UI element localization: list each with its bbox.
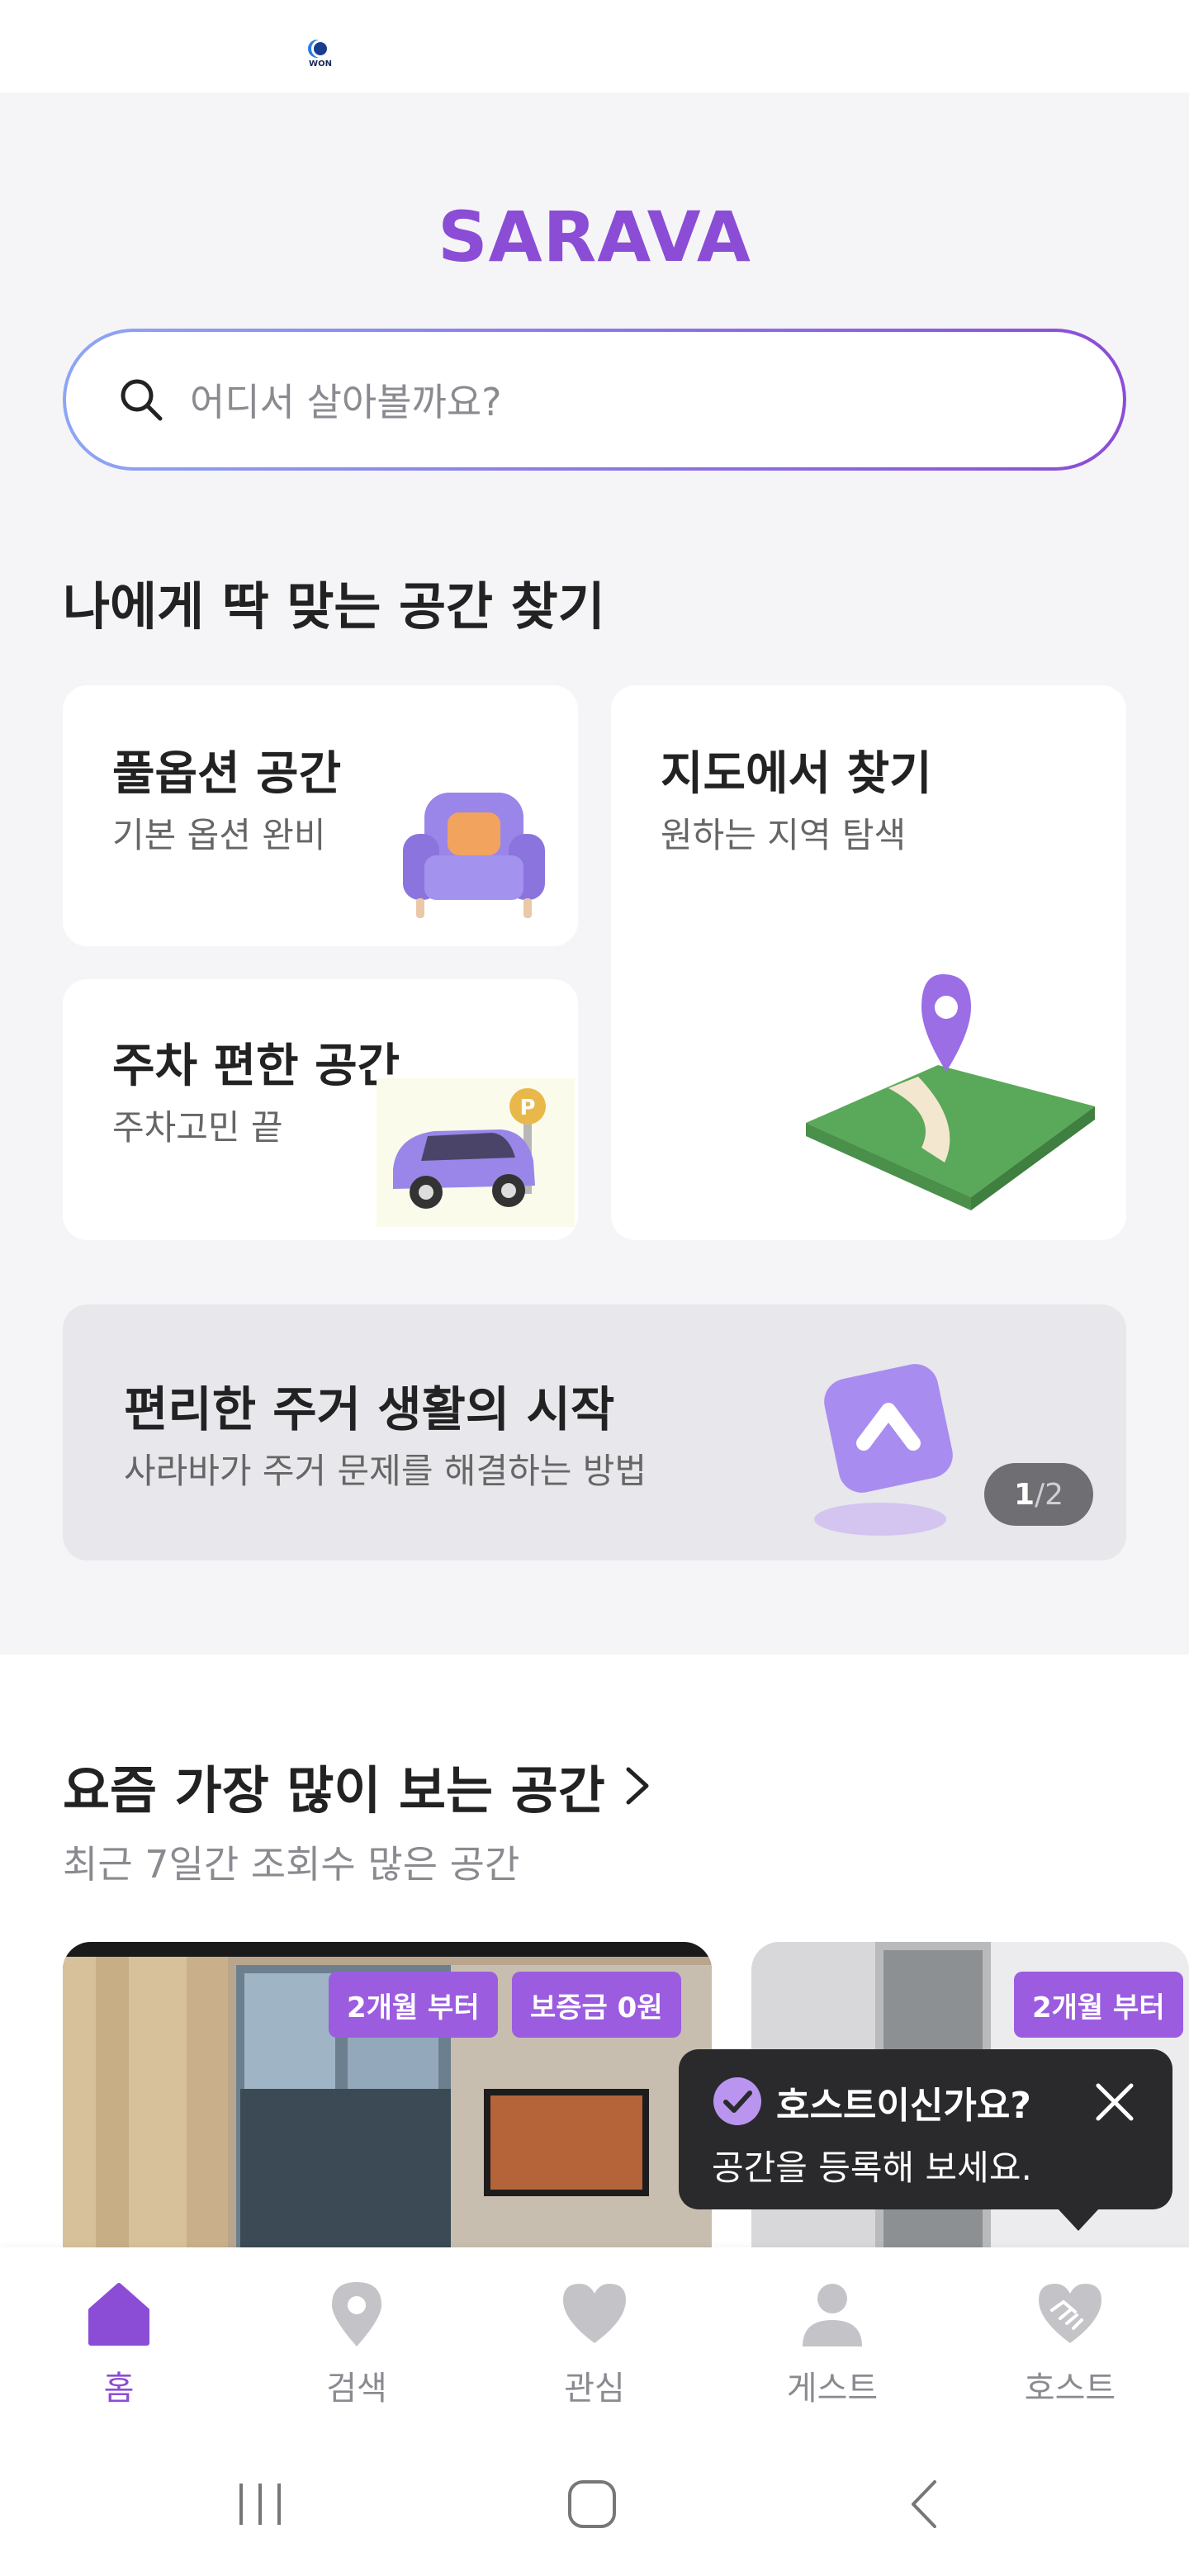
- nav-label: 홈: [103, 2370, 135, 2408]
- popular-title-link[interactable]: 요즘 가장 많이 보는 공간: [63, 1749, 651, 1823]
- popular-title: 요즘 가장 많이 보는 공간: [63, 1760, 605, 1821]
- car-icon: P: [377, 1078, 575, 1227]
- nav-home[interactable]: 홈: [36, 2277, 201, 2409]
- card-title: 지도에서 찾기: [661, 747, 932, 801]
- person-icon: [803, 2284, 862, 2346]
- location-pin-icon: [332, 2282, 381, 2346]
- card-parking[interactable]: 주차 편한 공간 주차고민 끝 P: [63, 979, 578, 1240]
- nav-label: 호스트: [1024, 2370, 1116, 2408]
- card-subtitle: 원하는 지역 탐색: [661, 815, 907, 855]
- card-subtitle: 기본 옵션 완비: [112, 815, 326, 855]
- banner-page-indicator: 1 / 2: [984, 1463, 1093, 1526]
- nav-host[interactable]: 호스트: [988, 2277, 1153, 2409]
- nav-label: 게스트: [786, 2370, 879, 2408]
- search-icon: [121, 379, 163, 421]
- home-icon: [88, 2283, 149, 2346]
- close-icon[interactable]: [1092, 2079, 1138, 2125]
- nav-favorites[interactable]: 관심: [512, 2277, 677, 2409]
- status-bar: WON: [0, 0, 1189, 92]
- map-pin-icon: [806, 974, 1095, 1210]
- heart-icon: [563, 2284, 626, 2343]
- tag-min-period: 2개월 부터: [329, 1972, 498, 2038]
- app-notification-icon: WON: [304, 40, 337, 76]
- tag-min-period: 2개월 부터: [1014, 1972, 1183, 2038]
- card-title: 주차 편한 공간: [112, 1039, 400, 1093]
- search-input[interactable]: 어디서 살아볼까요?: [63, 329, 1126, 471]
- card-title: 풀옵션 공간: [112, 747, 342, 801]
- banner-title: 편리한 주거 생활의 시작: [124, 1381, 615, 1437]
- arrow-up-box-icon: [814, 1364, 953, 1536]
- recent-apps-icon[interactable]: [233, 2477, 287, 2531]
- host-tooltip[interactable]: 호스트이신가요? 공간을 등록해 보세요.: [679, 2049, 1172, 2231]
- tooltip-message: 공간을 등록해 보세요.: [712, 2147, 1032, 2188]
- back-icon[interactable]: [903, 2477, 945, 2531]
- app-logo: SARAVA: [438, 197, 751, 277]
- page-separator: /: [1035, 1477, 1045, 1512]
- page-total: 2: [1045, 1477, 1064, 1512]
- home-button-icon[interactable]: [565, 2477, 619, 2531]
- page-current: 1: [1013, 1477, 1035, 1512]
- bottom-nav: 홈 검색 관심 게스트 호스트: [0, 2247, 1189, 2436]
- svg-text:P: P: [519, 1096, 535, 1120]
- app-notification-label: WON: [309, 59, 332, 69]
- section-title-find: 나에게 딱 맞는 공간 찾기: [63, 576, 605, 637]
- system-navigation-bar: [0, 2436, 1189, 2576]
- popular-subtitle: 최근 7일간 조회수 많은 공간: [63, 1842, 520, 1887]
- check-badge-icon: [713, 2077, 761, 2125]
- armchair-icon: [403, 793, 545, 918]
- card-full-option[interactable]: 풀옵션 공간 기본 옵션 완비: [63, 685, 578, 946]
- nav-search[interactable]: 검색: [274, 2277, 439, 2409]
- nav-label: 검색: [326, 2370, 387, 2408]
- tag-deposit: 보증금 0원: [512, 1972, 681, 2038]
- chevron-right-icon: [626, 1767, 649, 1805]
- promo-banner[interactable]: 편리한 주거 생활의 시작 사라바가 주거 문제를 해결하는 방법 1 / 2: [63, 1305, 1126, 1560]
- card-subtitle: 주차고민 끝: [112, 1107, 283, 1148]
- banner-subtitle: 사라바가 주거 문제를 해결하는 방법: [124, 1451, 647, 1491]
- search-placeholder: 어디서 살아볼까요?: [190, 380, 502, 424]
- tooltip-title: 호스트이신가요?: [776, 2085, 1031, 2127]
- listing-card[interactable]: 2개월 부터 보증금 0원: [63, 1942, 712, 2247]
- nav-label: 관심: [564, 2370, 625, 2408]
- card-map-search[interactable]: 지도에서 찾기 원하는 지역 탐색: [611, 685, 1126, 1240]
- nav-guest[interactable]: 게스트: [750, 2277, 915, 2409]
- handshake-icon: [1039, 2284, 1101, 2343]
